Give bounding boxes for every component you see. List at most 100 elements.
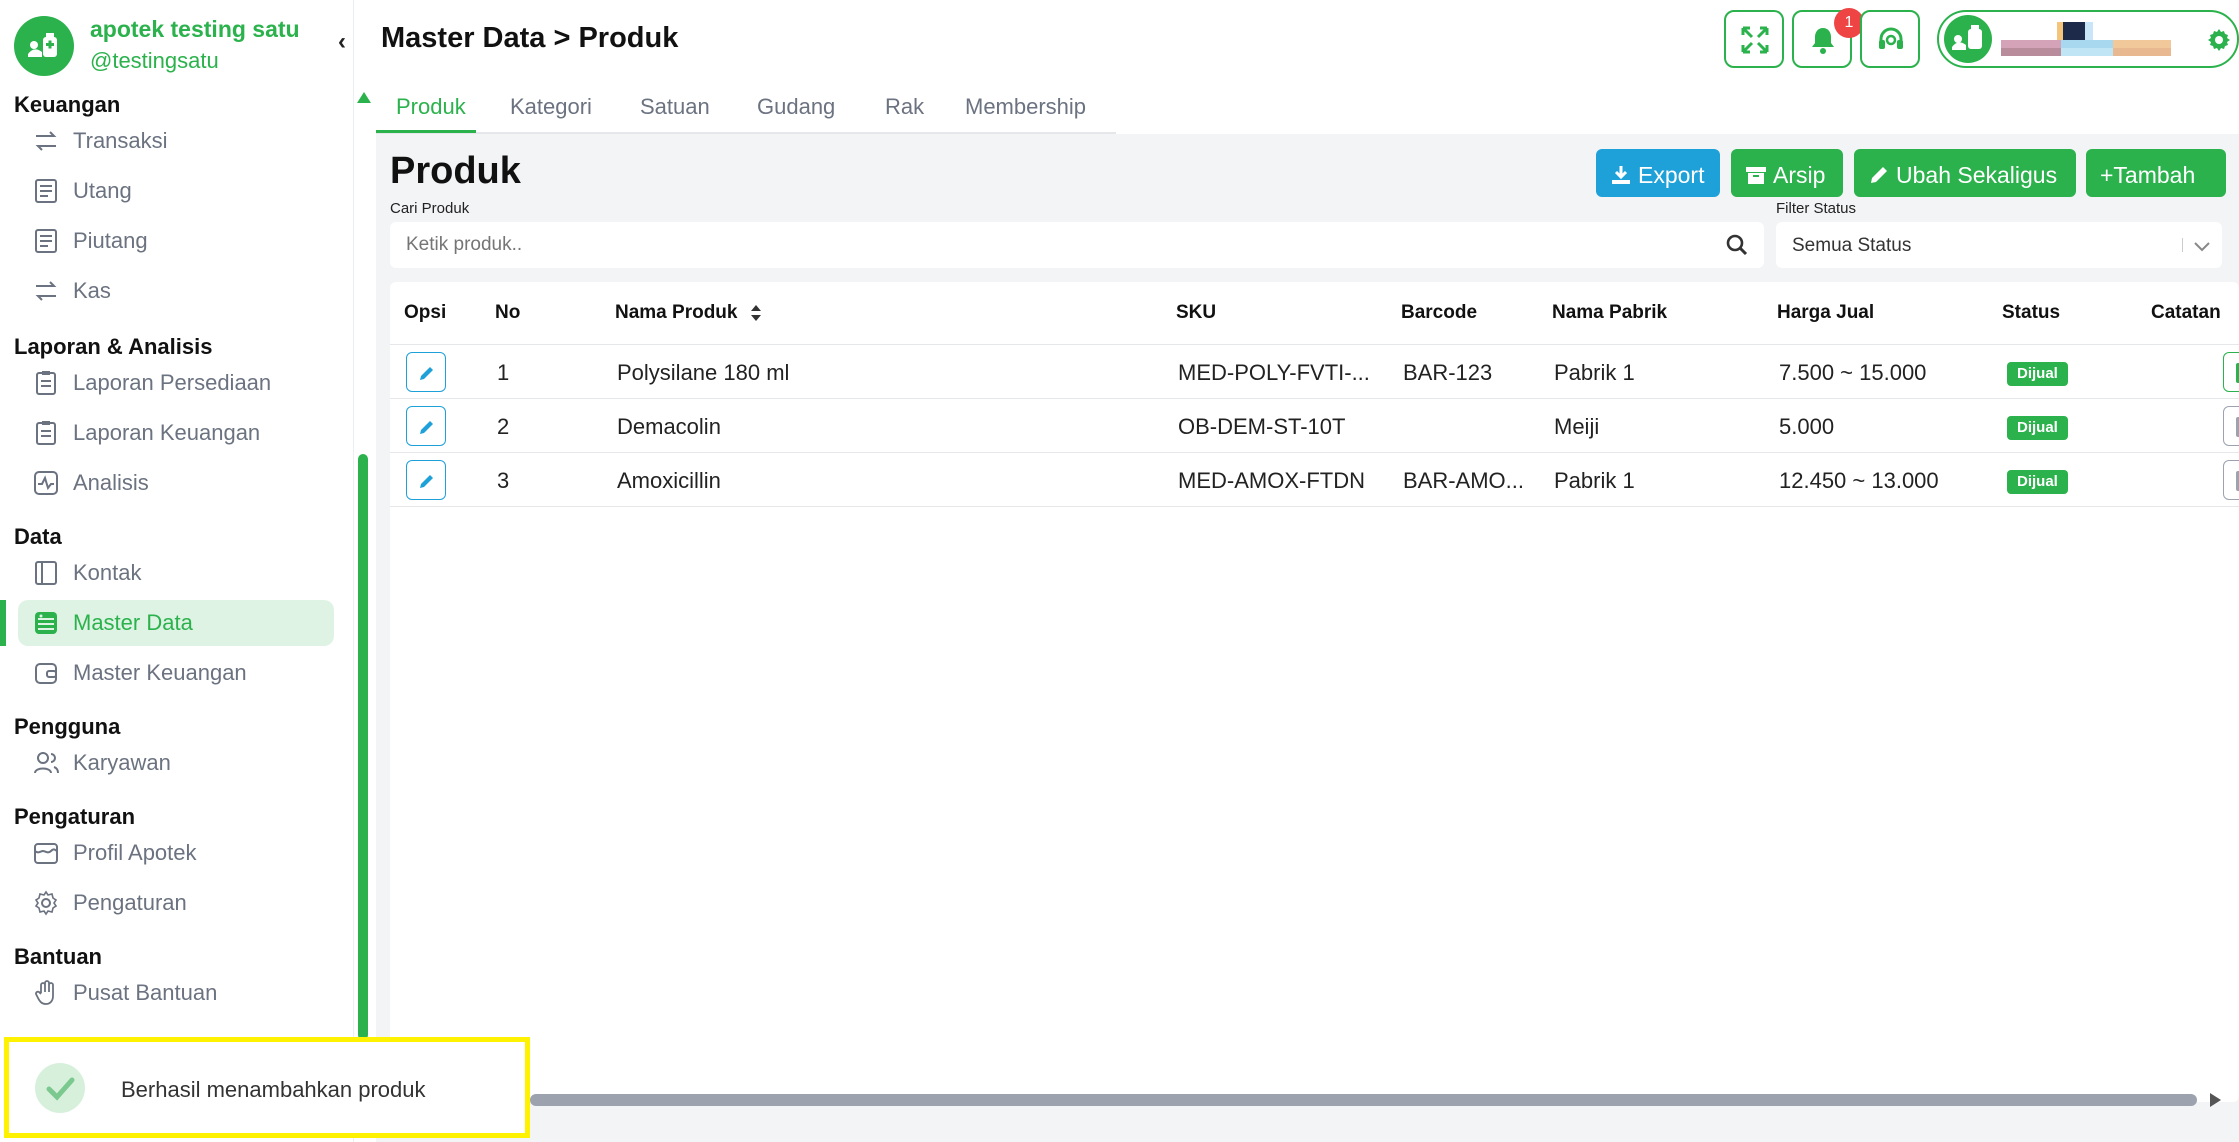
sidebar-item-master-data[interactable]: Master Data (18, 600, 334, 646)
note-button[interactable] (2223, 460, 2239, 500)
search-box (390, 222, 1764, 268)
sidebar-item-label: Pengaturan (73, 890, 187, 915)
tab-kategori[interactable]: Kategori (510, 94, 592, 120)
breadcrumb: Master Data > Produk (381, 22, 679, 54)
archive-button[interactable]: Arsip (1731, 149, 1843, 197)
cell-no: 3 (497, 468, 510, 493)
sidebar-item-label: Master Data (73, 610, 193, 635)
sidebar-item-analisis[interactable]: Analisis (18, 460, 334, 506)
brand: apotek testing satu @testingsatu (14, 14, 344, 76)
note-button[interactable] (2223, 406, 2239, 446)
bell-icon (1812, 28, 1834, 54)
product-table: Opsi No Nama Produk SKU Barcode Nama Pab… (390, 282, 2239, 1102)
tab-satuan[interactable]: Satuan (640, 94, 710, 120)
cell-name: Demacolin (617, 414, 721, 439)
cell-sku: OB-DEM-ST-10T (1178, 414, 1346, 439)
sidebar-item-kontak[interactable]: Kontak (18, 550, 334, 596)
headset-icon (1879, 27, 1903, 49)
tab-membership[interactable]: Membership (965, 94, 1086, 120)
sidebar-item-laporan-persediaan[interactable]: Laporan Persediaan (18, 360, 334, 406)
sidebar-item-label: Profil Apotek (73, 840, 197, 865)
users-icon (34, 752, 59, 774)
edit-button[interactable] (406, 352, 446, 392)
sidebar: apotek testing satu @testingsatu ‹ Keuan… (0, 0, 354, 1142)
pencil-icon (420, 367, 433, 380)
support-button[interactable] (1860, 10, 1920, 68)
bulk-edit-button[interactable]: Ubah Sekaligus (1854, 149, 2076, 197)
notification-button[interactable]: 1 (1792, 8, 1864, 68)
table-row: 2 Demacolin OB-DEM-ST-10T Meiji 5.000 Di… (390, 399, 2239, 453)
search-icon[interactable] (1726, 234, 1748, 256)
note-button[interactable] (2223, 352, 2239, 392)
gear-icon[interactable] (2207, 28, 2231, 52)
sidebar-item-karyawan[interactable]: Karyawan (18, 740, 334, 786)
pulse-icon (34, 471, 58, 495)
collapse-sidebar-icon[interactable]: ‹ (338, 28, 346, 56)
sidebar-item-label: Kontak (73, 560, 142, 585)
sidebar-item-utang[interactable]: Utang (18, 168, 334, 214)
sidebar-item-label: Utang (73, 178, 132, 203)
sidebar-item-pengaturan[interactable]: Pengaturan (18, 880, 334, 926)
cell-factory: Meiji (1554, 414, 1600, 439)
sidebar-item-pusat-bantuan[interactable]: Pusat Bantuan (18, 970, 334, 1016)
sidebar-item-label: Laporan Persediaan (73, 370, 272, 395)
column-header-no: No (495, 302, 521, 323)
tab-produk[interactable]: Produk (396, 94, 466, 120)
fullscreen-icon (1741, 26, 1769, 54)
export-button[interactable]: Export (1596, 149, 1720, 197)
sidebar-item-kas[interactable]: Kas (18, 268, 334, 314)
sort-icon[interactable] (749, 304, 763, 322)
store-icon (34, 843, 58, 864)
section-laporan: Laporan & Analisis (14, 334, 213, 359)
transfer-icon (35, 131, 57, 151)
column-header-status: Status (2002, 302, 2061, 323)
sidebar-item-master-keuangan[interactable]: Master Keuangan (18, 650, 334, 696)
success-toast: Berhasil menambahkan produk (4, 1037, 530, 1138)
column-header-opsi: Opsi (404, 302, 447, 323)
add-product-button[interactable]: +Tambah (2086, 149, 2226, 197)
avatar (1944, 15, 1992, 63)
column-header-nama-produk[interactable]: Nama Produk (615, 282, 763, 344)
sidebar-item-laporan-keuangan[interactable]: Laporan Keuangan (18, 410, 334, 456)
toast-message: Berhasil menambahkan produk (121, 1077, 426, 1102)
status-badge: Dijual (2007, 362, 2068, 386)
section-pengaturan: Pengaturan (14, 804, 136, 829)
add-label: +Tambah (2100, 161, 2196, 188)
download-icon (1612, 165, 1630, 184)
sidebar-item-transaksi[interactable]: Transaksi (18, 118, 334, 164)
master-data-tabs: Produk Kategori Satuan Gudang Rak Member… (376, 84, 1116, 134)
cell-barcode: BAR-AMO... (1403, 468, 1525, 493)
receipt-icon (35, 229, 57, 253)
cell-name: Amoxicillin (617, 468, 721, 493)
scroll-up-arrow-icon[interactable] (357, 92, 371, 103)
section-pengguna: Pengguna (14, 714, 121, 739)
check-circle-icon (35, 1063, 85, 1113)
edit-button[interactable] (406, 460, 446, 500)
horizontal-scrollbar[interactable] (530, 1094, 2197, 1106)
profile-menu[interactable] (1937, 10, 2239, 68)
sidebar-scrollbar[interactable] (356, 90, 371, 1040)
edit-button[interactable] (406, 406, 446, 446)
tab-gudang[interactable]: Gudang (757, 94, 835, 120)
sidebar-item-label: Transaksi (73, 128, 168, 153)
tab-rak[interactable]: Rak (885, 94, 924, 120)
scroll-right-arrow-icon[interactable] (2210, 1093, 2221, 1107)
sidebar-item-label: Piutang (73, 228, 148, 253)
cell-price: 5.000 (1779, 414, 1835, 439)
scrollbar-thumb[interactable] (358, 454, 368, 1040)
archive-box-icon (1746, 166, 1766, 184)
contact-book-icon (35, 561, 57, 585)
database-icon (35, 612, 57, 634)
search-input[interactable] (390, 222, 1700, 268)
filter-status-select[interactable]: Semua Status (1776, 222, 2222, 268)
wallet-icon (35, 663, 57, 684)
sidebar-item-profil-apotek[interactable]: Profil Apotek (18, 830, 334, 876)
sidebar-item-label: Laporan Keuangan (73, 420, 261, 445)
cell-factory: Pabrik 1 (1554, 468, 1635, 493)
sidebar-item-label: Analisis (73, 470, 149, 495)
fullscreen-button[interactable] (1724, 10, 1784, 68)
pharmacy-logo-icon (14, 16, 74, 76)
sidebar-item-piutang[interactable]: Piutang (18, 218, 334, 264)
chevron-down-icon (2194, 242, 2210, 252)
redacted-profile-name (2001, 22, 2171, 58)
